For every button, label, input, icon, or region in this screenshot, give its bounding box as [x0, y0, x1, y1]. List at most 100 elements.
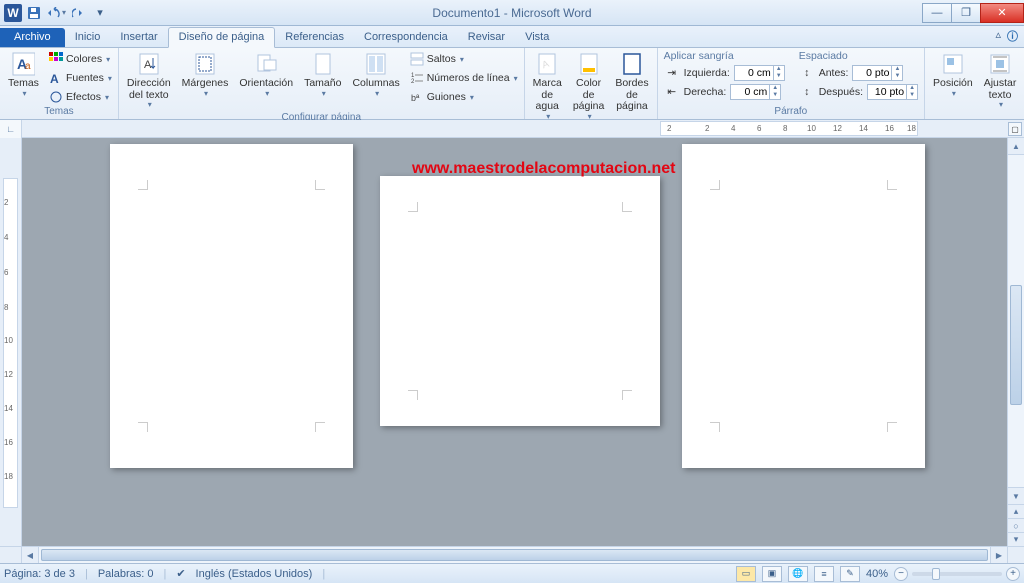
vertical-ruler[interactable]: 2 4 6 8 10 12 14 16 18 — [0, 138, 22, 546]
save-button[interactable] — [24, 3, 44, 23]
help-button[interactable]: ⓘ — [1007, 28, 1018, 44]
view-full-screen-button[interactable]: ▣ — [762, 566, 782, 582]
fuentes-button[interactable]: AFuentes — [46, 69, 114, 87]
hyphenation-icon: bª — [409, 89, 425, 105]
fonts-icon: A — [48, 70, 64, 86]
zoom-knob[interactable] — [932, 568, 940, 580]
ribbon-tabs: Archivo Inicio Insertar Diseño de página… — [0, 26, 1024, 48]
prev-page-button[interactable]: ▴ — [1008, 504, 1024, 518]
status-words[interactable]: Palabras: 0 — [98, 568, 154, 580]
page-3[interactable] — [682, 144, 925, 468]
sangria-derecha-input[interactable]: ▲▼ — [730, 84, 781, 100]
scroll-up-button[interactable]: ▲ — [1008, 138, 1024, 155]
direccion-texto-button[interactable]: ADirección del texto — [123, 50, 175, 112]
svg-text:2: 2 — [411, 79, 415, 85]
view-draft-button[interactable]: ✎ — [840, 566, 860, 582]
workspace: 2 4 6 8 10 12 14 16 18 www.maestrodelaco… — [0, 138, 1024, 546]
status-language[interactable]: Inglés (Estados Unidos) — [196, 568, 313, 580]
orientacion-button[interactable]: Orientación — [235, 50, 297, 100]
espaciado-antes-input[interactable]: ▲▼ — [852, 65, 903, 81]
indent-left-icon: ⇥ — [664, 65, 680, 81]
posicion-button[interactable]: Posición — [929, 50, 977, 100]
scroll-right-button[interactable]: ▶ — [990, 547, 1007, 563]
browse-object-button[interactable]: ○ — [1008, 518, 1024, 532]
document-canvas[interactable]: www.maestrodelacomputacion.net — [22, 138, 1007, 546]
ribbon-group-parrafo: Aplicar sangría ⇥Izquierda:▲▼ ⇤Derecha:▲… — [658, 48, 925, 119]
scroll-down-button[interactable]: ▼ — [1008, 487, 1024, 504]
svg-text:A: A — [50, 72, 59, 85]
view-web-layout-button[interactable]: 🌐 — [788, 566, 808, 582]
themes-icon: Aa — [11, 52, 35, 76]
margins-icon — [193, 52, 217, 76]
orientation-icon — [254, 52, 278, 76]
ribbon-group-fondo: AMarca de agua Color de página Bordes de… — [525, 48, 658, 119]
temas-button[interactable]: Aa Temas — [4, 50, 43, 100]
close-window-button[interactable]: ✕ — [980, 3, 1024, 23]
view-outline-button[interactable]: ≡ — [814, 566, 834, 582]
minimize-ribbon-button[interactable]: ▵ — [995, 28, 1001, 44]
next-page-button[interactable]: ▾ — [1008, 532, 1024, 546]
guiones-button[interactable]: bªGuiones — [407, 88, 520, 106]
svg-text:bª: bª — [411, 93, 420, 103]
page-2[interactable] — [380, 176, 660, 426]
efectos-button[interactable]: Efectos — [46, 88, 114, 106]
status-page[interactable]: Página: 3 de 3 — [4, 568, 75, 580]
tamano-button[interactable]: Tamaño — [300, 50, 345, 100]
hscroll-thumb[interactable] — [41, 549, 988, 561]
minimize-window-button[interactable]: — — [922, 3, 952, 23]
sangria-izquierda-input[interactable]: ▲▼ — [734, 65, 785, 81]
zoom-slider[interactable]: − + — [894, 567, 1020, 581]
scroll-left-button[interactable]: ◀ — [22, 547, 39, 563]
vscroll-thumb[interactable] — [1010, 285, 1022, 405]
watermark-icon: A — [535, 52, 559, 76]
zoom-level[interactable]: 40% — [866, 568, 888, 580]
saltos-button[interactable]: Saltos — [407, 50, 520, 68]
horizontal-ruler-bar: ∟ 2 2 4 6 8 10 12 14 16 18 ▢ — [0, 120, 1024, 138]
ajustar-texto-button[interactable]: Ajustar texto — [980, 50, 1021, 112]
ribbon-group-organizar: Posición Ajustar texto Traer adelante En… — [925, 48, 1024, 119]
effects-icon — [48, 89, 64, 105]
colores-button[interactable]: Colores — [46, 50, 114, 68]
window-controls: — ❐ ✕ — [923, 3, 1024, 23]
horizontal-ruler[interactable]: 2 2 4 6 8 10 12 14 16 18 — [660, 121, 918, 136]
redo-button[interactable] — [68, 3, 88, 23]
group-label-temas: Temas — [4, 106, 114, 119]
horizontal-scrollbar[interactable]: ◀ ▶ — [0, 546, 1024, 563]
wrap-text-icon — [988, 52, 1012, 76]
zoom-out-button[interactable]: − — [894, 567, 908, 581]
color-pagina-button[interactable]: Color de página — [569, 50, 609, 123]
space-after-icon: ↕ — [799, 84, 815, 100]
page-1[interactable] — [110, 144, 353, 468]
columnas-button[interactable]: Columnas — [348, 50, 403, 100]
tab-referencias[interactable]: Referencias — [275, 28, 354, 47]
window-title: Documento1 - Microsoft Word — [0, 6, 1024, 20]
espaciado-title: Espaciado — [799, 50, 918, 62]
tab-insertar[interactable]: Insertar — [110, 28, 167, 47]
espaciado-despues-input[interactable]: ▲▼ — [867, 84, 918, 100]
ruler-corner[interactable]: ∟ — [0, 120, 22, 138]
svg-text:A: A — [144, 59, 152, 71]
tab-revisar[interactable]: Revisar — [458, 28, 515, 47]
restore-window-button[interactable]: ❐ — [951, 3, 981, 23]
status-proofing-icon[interactable]: ✔ — [176, 567, 185, 580]
space-before-icon: ↕ — [799, 65, 815, 81]
view-print-layout-button[interactable]: ▭ — [736, 566, 756, 582]
word-app-icon[interactable]: W — [4, 4, 22, 22]
marca-agua-button[interactable]: AMarca de agua — [529, 50, 566, 123]
tab-inicio[interactable]: Inicio — [65, 28, 111, 47]
tab-vista[interactable]: Vista — [515, 28, 559, 47]
qat-custom-button[interactable]: ▾ — [90, 3, 110, 23]
numeros-linea-button[interactable]: 12Números de línea — [407, 69, 520, 87]
size-icon — [311, 52, 335, 76]
bordes-pagina-button[interactable]: Bordes de página — [611, 50, 652, 115]
ruler-toggle-button[interactable]: ▢ — [1008, 122, 1022, 136]
indent-right-icon: ⇤ — [664, 84, 680, 100]
margenes-button[interactable]: Márgenes — [178, 50, 233, 100]
tab-correspondencia[interactable]: Correspondencia — [354, 28, 458, 47]
tab-diseno-pagina[interactable]: Diseño de página — [168, 27, 276, 48]
ribbon-group-configurar: ADirección del texto Márgenes Orientació… — [119, 48, 525, 119]
zoom-in-button[interactable]: + — [1006, 567, 1020, 581]
file-tab[interactable]: Archivo — [0, 28, 65, 47]
undo-button[interactable] — [46, 3, 66, 23]
vertical-scrollbar[interactable]: ▲ ▼ ▴ ○ ▾ — [1007, 138, 1024, 546]
